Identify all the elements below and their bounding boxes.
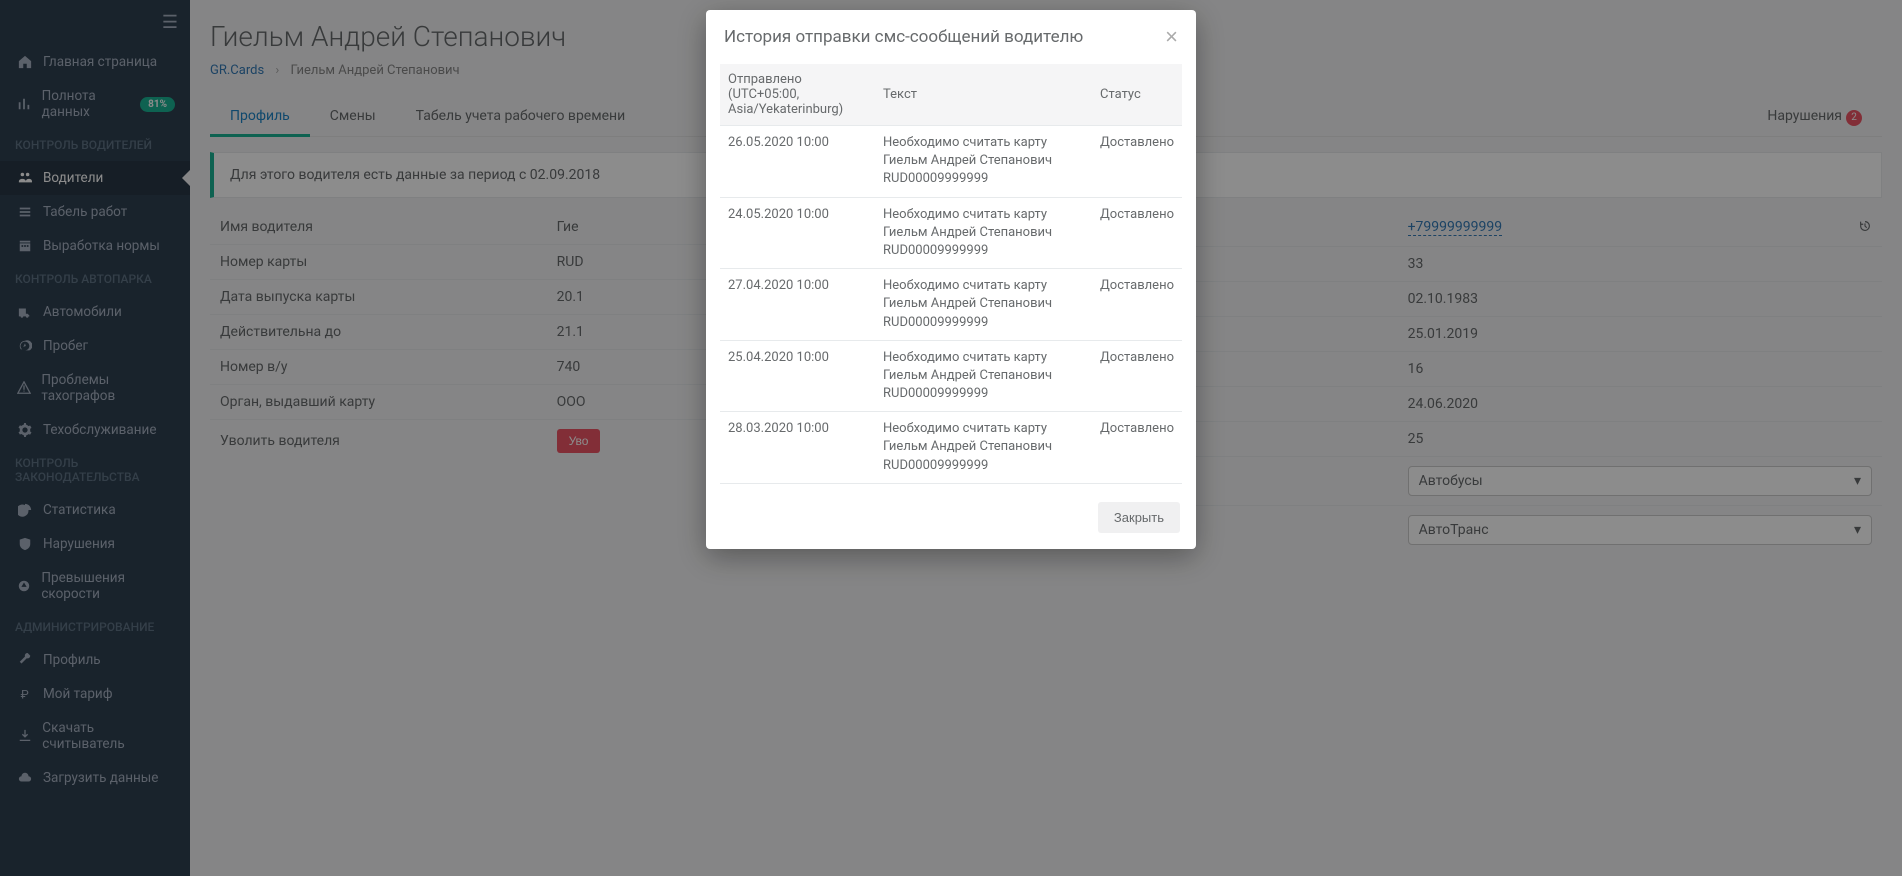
cell-sent: 27.04.2020 10:00: [720, 269, 875, 341]
cell-text: Необходимо считать карту Гиельм Андрей С…: [875, 340, 1092, 412]
cell-status: Доставлено: [1092, 126, 1182, 198]
table-row: 27.04.2020 10:00Необходимо считать карту…: [720, 269, 1182, 341]
modal-header: История отправки смс-сообщений водителю …: [706, 10, 1196, 62]
table-row: 24.05.2020 10:00Необходимо считать карту…: [720, 197, 1182, 269]
sms-history-modal: История отправки смс-сообщений водителю …: [706, 10, 1196, 549]
cell-sent: 25.04.2020 10:00: [720, 340, 875, 412]
col-status: Статус: [1092, 64, 1182, 126]
cell-text: Необходимо считать карту Гиельм Андрей С…: [875, 412, 1092, 484]
close-button[interactable]: Закрыть: [1098, 502, 1180, 533]
modal-body: Отправлено (UTC+05:00, Asia/Yekaterinbur…: [706, 62, 1196, 490]
table-row: 28.03.2020 10:00Необходимо считать карту…: [720, 412, 1182, 484]
cell-status: Доставлено: [1092, 197, 1182, 269]
col-text: Текст: [875, 64, 1092, 126]
cell-sent: 28.03.2020 10:00: [720, 412, 875, 484]
table-row: 25.04.2020 10:00Необходимо считать карту…: [720, 340, 1182, 412]
modal-footer: Закрыть: [706, 490, 1196, 549]
cell-text: Необходимо считать карту Гиельм Андрей С…: [875, 197, 1092, 269]
cell-status: Доставлено: [1092, 412, 1182, 484]
col-sent: Отправлено (UTC+05:00, Asia/Yekaterinbur…: [720, 64, 875, 126]
cell-status: Доставлено: [1092, 269, 1182, 341]
cell-sent: 24.05.2020 10:00: [720, 197, 875, 269]
cell-text: Необходимо считать карту Гиельм Андрей С…: [875, 126, 1092, 198]
table-row: 26.05.2020 10:00Необходимо считать карту…: [720, 126, 1182, 198]
modal-close-button[interactable]: ×: [1165, 26, 1178, 48]
cell-text: Необходимо считать карту Гиельм Андрей С…: [875, 269, 1092, 341]
cell-status: Доставлено: [1092, 340, 1182, 412]
cell-sent: 26.05.2020 10:00: [720, 126, 875, 198]
modal-title: История отправки смс-сообщений водителю: [724, 27, 1083, 47]
sms-history-table: Отправлено (UTC+05:00, Asia/Yekaterinbur…: [720, 64, 1182, 484]
